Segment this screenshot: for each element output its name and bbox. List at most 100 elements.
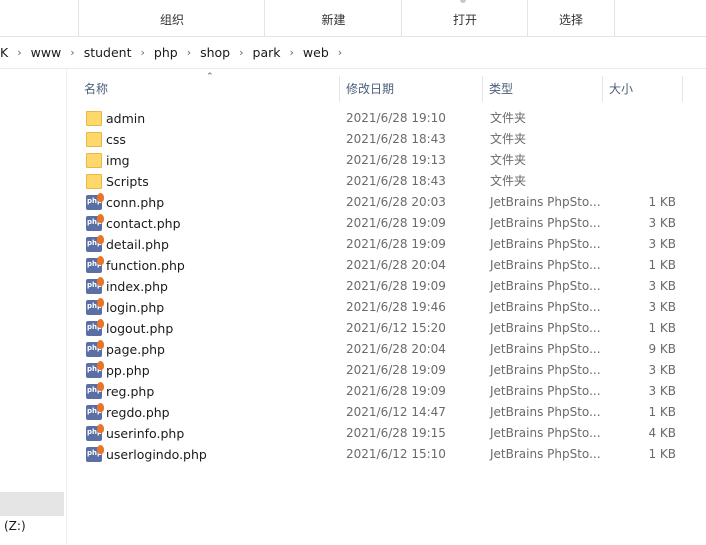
- file-row[interactable]: admin 2021/6/28 19:10 文件夹: [66, 108, 706, 129]
- column-divider[interactable]: [602, 76, 603, 102]
- flame-icon: [97, 361, 104, 370]
- file-name: userlogindo.php: [106, 447, 207, 462]
- file-name: index.php: [106, 279, 168, 294]
- chevron-right-icon[interactable]: ›: [290, 46, 294, 59]
- file-row[interactable]: php logout.php 2021/6/12 15:20 JetBrains Ph…: [66, 318, 706, 339]
- nav-drive-label[interactable]: (Z:): [4, 519, 26, 533]
- file-date: 2021/6/28 19:09: [346, 279, 446, 293]
- address-bar[interactable]: K › www › student › php › shop › park › web ›: [0, 37, 706, 69]
- file-type: JetBrains PhpSto...: [490, 321, 601, 335]
- flame-icon: [97, 340, 104, 349]
- file-name: css: [106, 132, 126, 147]
- file-size: 9 KB: [648, 342, 676, 356]
- flame-icon: [97, 445, 104, 454]
- navigation-pane[interactable]: (Z:): [0, 69, 67, 545]
- folder-icon: [86, 132, 102, 147]
- file-size: 3 KB: [648, 300, 676, 314]
- file-date: 2021/6/28 19:09: [346, 363, 446, 377]
- file-row[interactable]: php regdo.php 2021/6/12 14:47 JetBrains Php…: [66, 402, 706, 423]
- column-divider[interactable]: [682, 76, 683, 102]
- chevron-right-icon[interactable]: ›: [239, 46, 243, 59]
- ribbon-group-organize[interactable]: 组织: [78, 0, 265, 36]
- file-name: reg.php: [106, 384, 155, 399]
- file-size: 1 KB: [648, 195, 676, 209]
- file-type: JetBrains PhpSto...: [490, 195, 601, 209]
- file-list: admin 2021/6/28 19:10 文件夹 css 2021/6/28 18:4…: [66, 108, 706, 465]
- file-date: 2021/6/28 19:13: [346, 153, 446, 167]
- chevron-right-icon[interactable]: ›: [187, 46, 191, 59]
- chevron-right-icon[interactable]: ›: [140, 46, 144, 59]
- column-divider[interactable]: [482, 76, 483, 102]
- file-row[interactable]: php page.php 2021/6/28 20:04 JetBrains PhpS…: [66, 339, 706, 360]
- column-divider[interactable]: [339, 76, 340, 102]
- chevron-right-icon[interactable]: ›: [70, 46, 74, 59]
- folder-icon: [86, 153, 102, 168]
- file-type: JetBrains PhpSto...: [490, 426, 601, 440]
- file-row[interactable]: php function.php 2021/6/28 20:04 JetBrains …: [66, 255, 706, 276]
- breadcrumb-item[interactable]: student: [84, 45, 132, 60]
- column-header-date[interactable]: 修改日期: [346, 72, 394, 106]
- breadcrumb: K › www › student › php › shop › park › web ›: [0, 37, 351, 68]
- file-row[interactable]: php pp.php 2021/6/28 19:09 JetBrains PhpSto…: [66, 360, 706, 381]
- file-row[interactable]: php userlogindo.php 2021/6/12 15:10 JetBrai…: [66, 444, 706, 465]
- column-header-size[interactable]: 大小: [609, 72, 633, 106]
- breadcrumb-item[interactable]: K: [0, 45, 8, 60]
- php-file-icon: php: [86, 424, 104, 441]
- file-row[interactable]: css 2021/6/28 18:43 文件夹: [66, 129, 706, 150]
- php-file-icon: php: [86, 214, 104, 231]
- column-header-type[interactable]: 类型: [489, 72, 513, 106]
- ribbon-group-open[interactable]: 打开: [401, 0, 528, 36]
- flame-icon: [97, 235, 104, 244]
- file-name: pp.php: [106, 363, 150, 378]
- breadcrumb-item[interactable]: park: [253, 45, 281, 60]
- folder-icon: [86, 111, 102, 126]
- php-file-icon: php: [86, 235, 104, 252]
- file-date: 2021/6/12 15:20: [346, 321, 446, 335]
- nav-selected-item[interactable]: [0, 492, 64, 516]
- breadcrumb-item[interactable]: www: [31, 45, 62, 60]
- file-date: 2021/6/28 20:04: [346, 258, 446, 272]
- file-row[interactable]: php reg.php 2021/6/28 19:09 JetBrains PhpSt…: [66, 381, 706, 402]
- file-type: JetBrains PhpSto...: [490, 216, 601, 230]
- flame-icon: [97, 382, 104, 391]
- file-date: 2021/6/12 15:10: [346, 447, 446, 461]
- file-name: Scripts: [106, 174, 149, 189]
- file-size: 3 KB: [648, 363, 676, 377]
- file-row[interactable]: php detail.php 2021/6/28 19:09 JetBrains Ph…: [66, 234, 706, 255]
- file-date: 2021/6/28 18:43: [346, 174, 446, 188]
- breadcrumb-item[interactable]: shop: [200, 45, 230, 60]
- file-row[interactable]: Scripts 2021/6/28 18:43 文件夹: [66, 171, 706, 192]
- breadcrumb-item[interactable]: php: [154, 45, 178, 60]
- file-name: conn.php: [106, 195, 165, 210]
- flame-icon: [97, 319, 104, 328]
- file-name: detail.php: [106, 237, 169, 252]
- ribbon-group-select[interactable]: 选择: [527, 0, 615, 36]
- chevron-right-icon[interactable]: ›: [338, 46, 342, 59]
- file-type: JetBrains PhpSto...: [490, 405, 601, 419]
- file-row[interactable]: php login.php 2021/6/28 19:46 JetBrains Php…: [66, 297, 706, 318]
- file-row[interactable]: php userinfo.php 2021/6/28 19:15 JetBrains …: [66, 423, 706, 444]
- php-file-icon: php: [86, 277, 104, 294]
- ribbon-group-new[interactable]: 新建: [264, 0, 402, 36]
- file-date: 2021/6/28 19:09: [346, 216, 446, 230]
- chevron-right-icon[interactable]: ›: [17, 46, 21, 59]
- ribbon-group-label: 组织: [159, 13, 184, 27]
- file-row[interactable]: php contact.php 2021/6/28 19:09 JetBrains P…: [66, 213, 706, 234]
- column-header-name[interactable]: 名称: [84, 72, 108, 106]
- file-size: 1 KB: [648, 321, 676, 335]
- file-row[interactable]: img 2021/6/28 19:13 文件夹: [66, 150, 706, 171]
- php-file-icon: php: [86, 445, 104, 462]
- file-date: 2021/6/28 18:43: [346, 132, 446, 146]
- file-name: login.php: [106, 300, 165, 315]
- file-row[interactable]: php conn.php 2021/6/28 20:03 JetBrains PhpS…: [66, 192, 706, 213]
- flame-icon: [97, 424, 104, 433]
- flame-icon: [97, 193, 104, 202]
- ribbon-group-label: 选择: [558, 13, 583, 27]
- file-row[interactable]: php index.php 2021/6/28 19:09 JetBrains Php…: [66, 276, 706, 297]
- breadcrumb-item[interactable]: web: [303, 45, 329, 60]
- flame-icon: [97, 298, 104, 307]
- php-file-icon: php: [86, 193, 104, 210]
- ribbon-group-label: 打开: [452, 13, 477, 27]
- file-type: JetBrains PhpSto...: [490, 384, 601, 398]
- file-type: JetBrains PhpSto...: [490, 363, 601, 377]
